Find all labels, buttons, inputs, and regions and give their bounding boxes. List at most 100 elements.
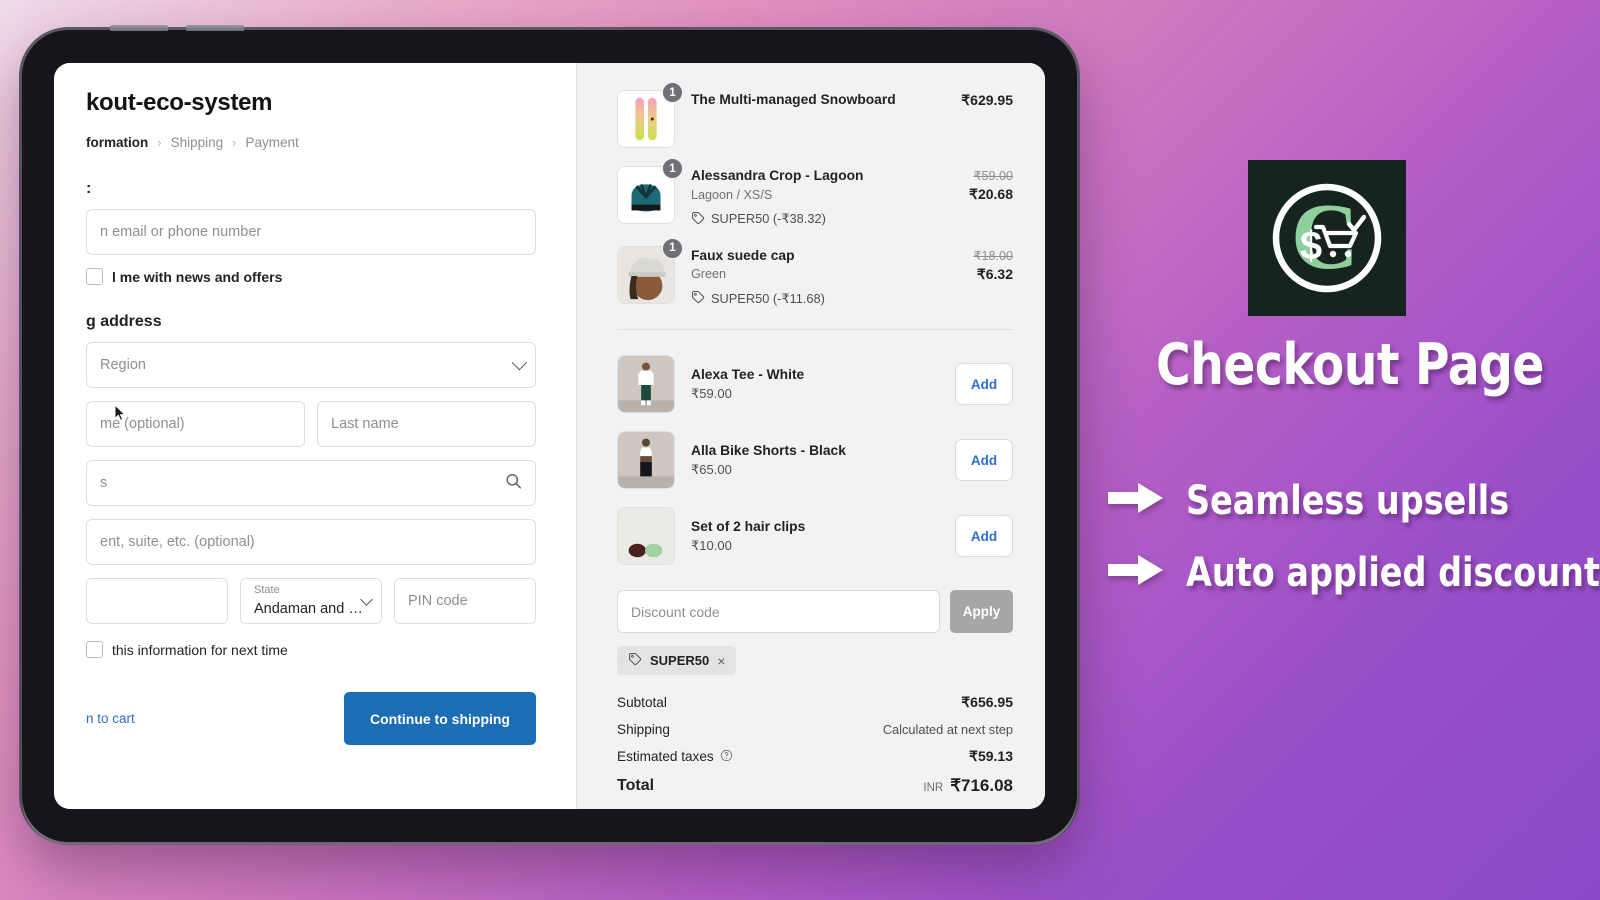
state-value: Andaman and Nico... bbox=[254, 601, 372, 617]
cart-item-price: ₹6.32 bbox=[976, 265, 1013, 282]
upsell-price: ₹10.00 bbox=[691, 537, 732, 553]
discount-code-row: Discount code Apply bbox=[617, 590, 1013, 634]
total-label: Estimated taxes bbox=[617, 749, 733, 765]
total-label: Subtotal bbox=[617, 695, 667, 711]
upsell-info: Alexa Tee - White ₹59.00 bbox=[691, 367, 955, 402]
pin-code-field[interactable]: PIN code bbox=[394, 578, 536, 624]
apply-discount-button[interactable]: Apply bbox=[950, 590, 1013, 634]
discount-code-input[interactable]: Discount code bbox=[617, 590, 940, 634]
info-icon[interactable] bbox=[720, 749, 733, 765]
cart-line-item: 1 The Multi-managed Snowboard ₹629.95 bbox=[617, 81, 1013, 157]
breadcrumb-item-payment[interactable]: Payment bbox=[245, 135, 298, 150]
order-summary-pane: 1 The Multi-managed Snowboard ₹629.95 1 … bbox=[576, 63, 1045, 809]
breadcrumb: formation › Shipping › Payment bbox=[86, 135, 536, 150]
cart-item-original-price: ₹18.00 bbox=[973, 248, 1013, 263]
logo-artwork: C $ bbox=[1272, 183, 1382, 293]
cart-line-item: 1 Faux suede cap Green SUPER50 (-₹11.68)… bbox=[617, 237, 1013, 317]
add-upsell-button[interactable]: Add bbox=[955, 439, 1013, 482]
continue-to-shipping-button[interactable]: Continue to shipping bbox=[344, 692, 536, 745]
upsell-info: Alla Bike Shorts - Black ₹65.00 bbox=[691, 443, 955, 478]
volume-up-button bbox=[110, 25, 168, 31]
thumbnail-wrap: 1 bbox=[617, 237, 683, 304]
svg-text:$: $ bbox=[1300, 224, 1322, 268]
discount-tag-icon bbox=[691, 290, 705, 307]
total-label: Shipping bbox=[617, 722, 670, 738]
thumbnail-wrap bbox=[617, 355, 675, 414]
promo-title: Checkout Page bbox=[1156, 332, 1544, 398]
upsell-price: ₹59.00 bbox=[691, 385, 732, 401]
apartment-field[interactable]: ent, suite, etc. (optional) bbox=[86, 519, 536, 565]
return-to-cart-link[interactable]: n to cart bbox=[86, 711, 135, 726]
state-select[interactable]: State Andaman and Nico... bbox=[240, 578, 382, 624]
quantity-badge: 1 bbox=[662, 237, 683, 259]
contact-section-heading: : bbox=[86, 180, 92, 197]
remove-discount-icon[interactable]: × bbox=[717, 653, 725, 669]
address-field[interactable]: s bbox=[86, 460, 536, 506]
shorts-thumbnail bbox=[617, 431, 675, 490]
thumbnail-wrap bbox=[617, 507, 675, 566]
cart-item-price: ₹629.95 bbox=[961, 92, 1013, 108]
arrow-right-icon bbox=[1108, 478, 1164, 524]
last-name-field[interactable]: Last name bbox=[317, 401, 536, 447]
cart-item-name: Alessandra Crop - Lagoon bbox=[691, 168, 864, 183]
newsletter-checkbox-row[interactable]: l me with news and offers bbox=[86, 268, 536, 285]
name-row: me (optional) Last name bbox=[86, 401, 536, 460]
brand-logo: C $ bbox=[1248, 160, 1406, 316]
shipping-section-heading: g address bbox=[86, 313, 162, 330]
tablet-screen: kout-eco-system formation › Shipping › P… bbox=[54, 63, 1045, 809]
city-field[interactable] bbox=[86, 578, 228, 624]
thumbnail-wrap bbox=[617, 431, 675, 490]
applied-discount-code: SUPER50 bbox=[650, 653, 710, 669]
cart-item-discount: SUPER50 (-₹11.68) bbox=[691, 290, 961, 307]
promo-bullet-text: Seamless upsells bbox=[1186, 478, 1510, 524]
volume-down-button bbox=[186, 25, 244, 31]
chevron-down-icon bbox=[511, 354, 528, 371]
address-placeholder: s bbox=[100, 475, 108, 491]
upsell-item: Alla Bike Shorts - Black ₹65.00 Add bbox=[617, 422, 1013, 498]
country-select[interactable]: Region bbox=[86, 342, 536, 388]
email-field[interactable]: n email or phone number bbox=[86, 209, 536, 255]
breadcrumb-item-information[interactable]: formation bbox=[86, 135, 148, 150]
city-state-pin-row: State Andaman and Nico... PIN code bbox=[86, 578, 536, 637]
discount-tag-icon bbox=[628, 652, 642, 669]
checkbox-icon[interactable] bbox=[86, 268, 103, 285]
first-name-placeholder: me (optional) bbox=[100, 416, 185, 432]
breadcrumb-separator-icon: › bbox=[232, 135, 237, 150]
cart-item-discount: SUPER50 (-₹38.32) bbox=[691, 211, 957, 228]
total-row-taxes: Estimated taxes ₹59.13 bbox=[617, 748, 1013, 765]
grand-total-amount: INR ₹716.08 bbox=[923, 776, 1013, 796]
save-info-checkbox-row[interactable]: this information for next time bbox=[86, 641, 536, 658]
grand-total-label: Total bbox=[617, 777, 655, 795]
currency-code: INR bbox=[923, 782, 944, 795]
breadcrumb-item-shipping[interactable]: Shipping bbox=[171, 135, 224, 150]
mouse-cursor-icon bbox=[114, 403, 127, 427]
add-upsell-button[interactable]: Add bbox=[955, 363, 1013, 406]
cart-item-name: Faux suede cap bbox=[691, 247, 795, 263]
discount-text: SUPER50 (-₹38.32) bbox=[711, 211, 826, 227]
add-upsell-button[interactable]: Add bbox=[955, 515, 1013, 558]
promo-bullet-text: Auto applied discount bbox=[1186, 550, 1600, 596]
total-value: Calculated at next step bbox=[882, 722, 1013, 738]
country-placeholder: Region bbox=[100, 357, 146, 373]
pin-code-placeholder: PIN code bbox=[408, 593, 468, 609]
total-label-text: Estimated taxes bbox=[617, 749, 714, 765]
cart-item-price: ₹20.68 bbox=[969, 186, 1013, 202]
apartment-placeholder: ent, suite, etc. (optional) bbox=[100, 534, 255, 550]
form-footer: n to cart Continue to shipping bbox=[86, 692, 536, 745]
screenshot-stage: kout-eco-system formation › Shipping › P… bbox=[0, 0, 1600, 900]
hairclips-thumbnail bbox=[617, 507, 675, 566]
search-icon bbox=[505, 473, 522, 494]
cart-item-original-price: ₹59.00 bbox=[973, 169, 1013, 183]
checkbox-icon[interactable] bbox=[86, 641, 103, 658]
breadcrumb-separator-icon: › bbox=[157, 135, 162, 150]
grand-total-value: ₹716.08 bbox=[950, 776, 1013, 796]
newsletter-label: l me with news and offers bbox=[112, 268, 283, 285]
cart-item-pricing: ₹59.00 ₹20.68 bbox=[957, 166, 1013, 203]
cart-item-variant: Green bbox=[691, 267, 727, 282]
upsell-name: Set of 2 hair clips bbox=[691, 518, 806, 534]
cart-item-info: Faux suede cap Green SUPER50 (-₹11.68) bbox=[691, 246, 961, 308]
tee-thumbnail bbox=[617, 355, 675, 414]
cart-item-variant: Lagoon / XS/S bbox=[691, 187, 773, 202]
quantity-badge: 1 bbox=[662, 82, 683, 103]
upsell-price: ₹65.00 bbox=[691, 461, 732, 477]
